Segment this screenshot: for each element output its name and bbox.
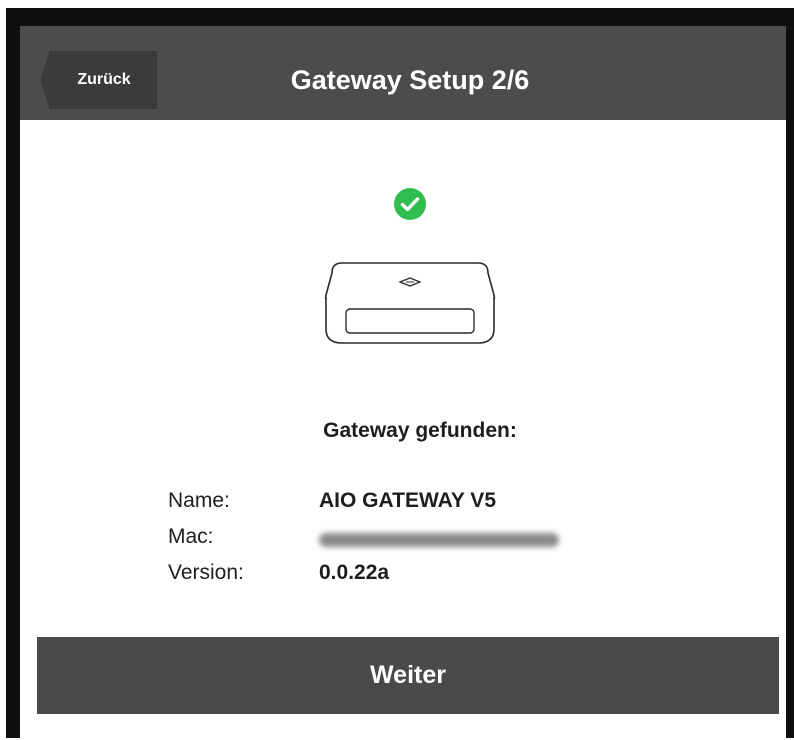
device-frame: Zurück Gateway Setup 2/6 Gateway gefunde… xyxy=(6,8,794,740)
name-label: Name: xyxy=(168,489,230,512)
version-label: Version: xyxy=(168,561,244,584)
version-value: 0.0.22a xyxy=(319,561,390,584)
mac-label: Mac: xyxy=(168,525,214,548)
next-button[interactable]: Weiter xyxy=(37,637,779,714)
back-button[interactable]: Zurück xyxy=(40,51,157,109)
name-value: AIO GATEWAY V5 xyxy=(319,489,496,512)
gateway-device-icon xyxy=(324,262,496,344)
check-circle-icon xyxy=(394,188,426,220)
header-bar: Zurück Gateway Setup 2/6 xyxy=(20,26,786,120)
gateway-found-heading: Gateway gefunden: xyxy=(323,419,517,442)
app-screen: Zurück Gateway Setup 2/6 Gateway gefunde… xyxy=(20,26,786,740)
page-title: Gateway Setup 2/6 xyxy=(290,65,530,95)
mac-value-redacted xyxy=(319,533,559,547)
back-button-label: Zurück xyxy=(77,71,131,88)
